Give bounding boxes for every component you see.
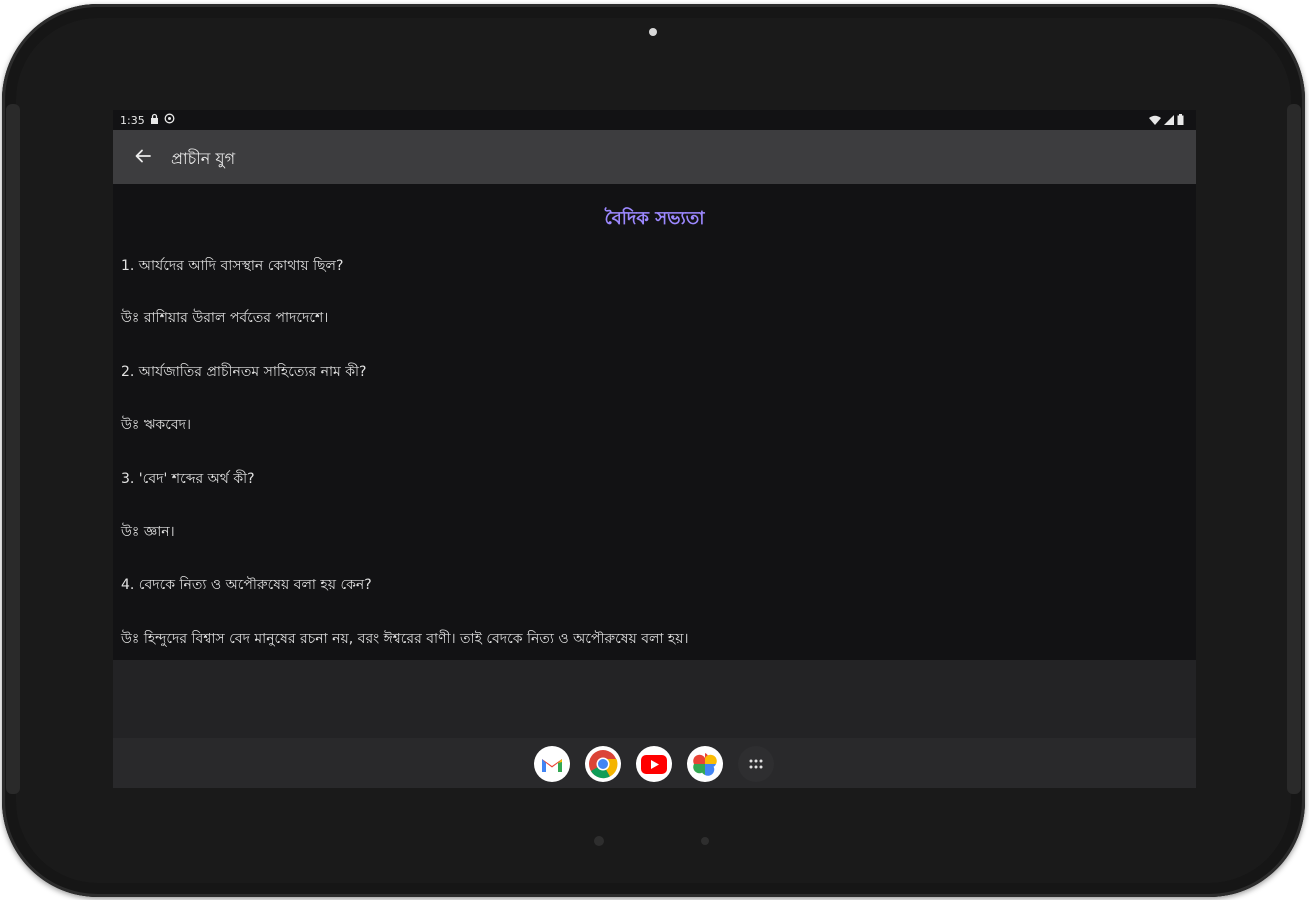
- answer-3: উঃ জ্ঞান।: [121, 524, 175, 540]
- front-camera: [649, 28, 657, 36]
- answer-2: উঃ ঋকবেদ।: [121, 417, 191, 433]
- question-3: 3. 'বেদ' শব্দের অর্থ কী?: [121, 471, 255, 487]
- wifi-icon: [1149, 115, 1161, 128]
- lock-icon: [150, 113, 159, 127]
- app-drawer-icon[interactable]: [738, 746, 774, 782]
- app-title: প্রাচীন যুগ: [171, 149, 236, 168]
- answer-4: উঃ হিন্দুদের বিশ্বাস বেদ মানুষের রচনা নয…: [121, 631, 689, 647]
- chrome-icon[interactable]: [585, 746, 621, 782]
- question-1: 1. আর্যদের আদি বাসস্থান কোথায় ছিল?: [121, 258, 344, 274]
- status-time: 1:35: [120, 113, 145, 127]
- cellular-signal-icon: [1164, 114, 1174, 128]
- status-bar: 1:35: [113, 110, 1196, 130]
- question-4: 4. বেদকে নিত্য ও অপৌরুষেয় বলা হয় কেন?: [121, 577, 372, 593]
- app-bar: প্রাচীন যুগ: [113, 130, 1196, 184]
- sync-icon: [164, 113, 175, 127]
- question-2: 2. আর্যজাতির প্রাচীনতম সাহিত্যের নাম কী?: [121, 364, 367, 380]
- back-button[interactable]: [131, 146, 155, 168]
- hardware-dot-left: [594, 836, 604, 846]
- tablet-side-edge-left: [6, 104, 20, 794]
- battery-icon: [1177, 114, 1184, 128]
- section-title: বৈদিক সভ্যতা: [604, 208, 705, 229]
- bottom-empty-area: [113, 660, 1196, 738]
- gmail-icon[interactable]: [534, 746, 570, 782]
- photos-icon[interactable]: [687, 746, 723, 782]
- taskbar-dock: [113, 738, 1196, 788]
- content-area: বৈদিক সভ্যতা 1. আর্যদের আদি বাসস্থান কোথ…: [113, 184, 1196, 660]
- answer-1: উঃ রাশিয়ার উরাল পর্বতের পাদদেশে।: [121, 310, 329, 326]
- arrow-left-icon: [135, 148, 151, 167]
- hardware-dot-right: [701, 837, 709, 845]
- device-screen: 1:35 প্রাচীন যুগ বৈদিক সভ্যতা 1. আর্যদের…: [113, 110, 1196, 788]
- youtube-icon[interactable]: [636, 746, 672, 782]
- tablet-side-edge-right: [1287, 104, 1301, 794]
